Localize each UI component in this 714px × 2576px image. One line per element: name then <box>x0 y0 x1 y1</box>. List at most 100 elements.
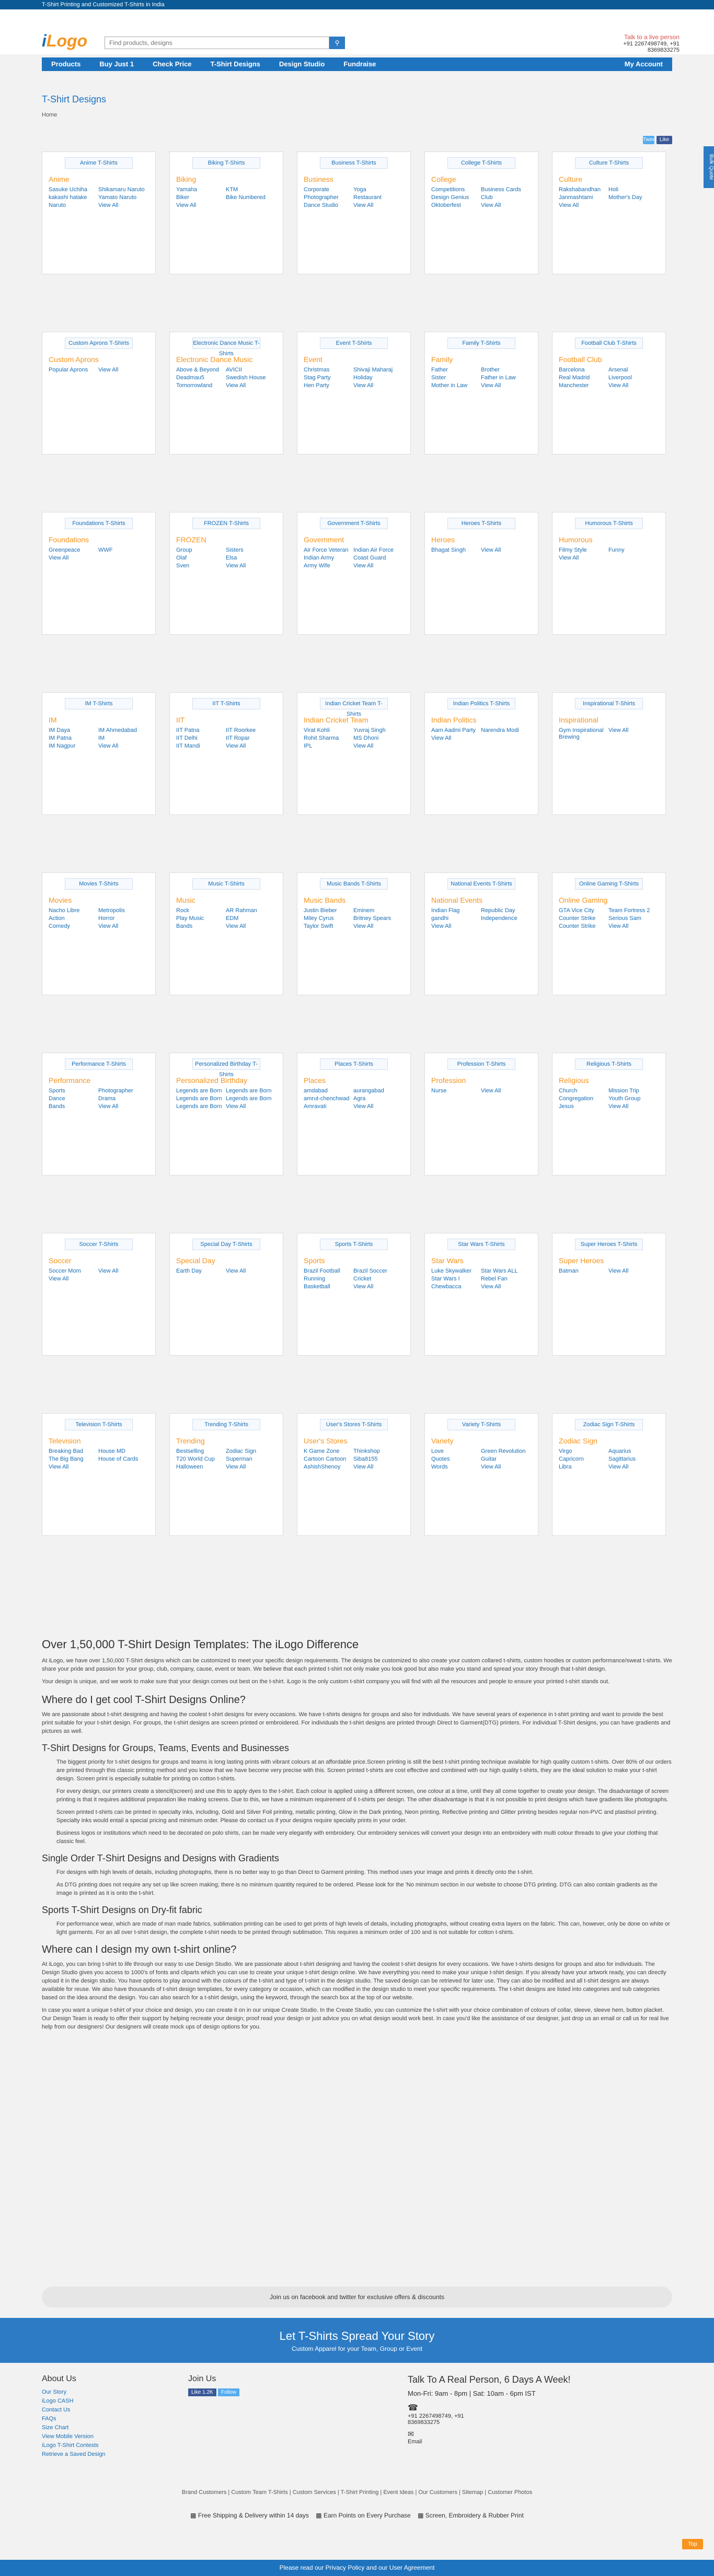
category-name[interactable]: Special Day <box>176 1256 283 1266</box>
footer-link[interactable]: View Mobile Version <box>42 2432 106 2441</box>
category-link[interactable]: Yoga <box>353 187 403 193</box>
category-link[interactable]: AR Rahman <box>226 907 275 914</box>
category-link[interactable]: View All <box>353 382 403 389</box>
category-link[interactable]: Running <box>304 1276 353 1283</box>
category-link[interactable]: Horror <box>98 915 148 922</box>
category-link[interactable]: Taylor Swift <box>304 923 353 930</box>
category-link[interactable]: Popular Aprons <box>49 367 98 374</box>
category-link[interactable]: Church <box>559 1088 608 1094</box>
category-link[interactable]: View All <box>226 563 275 569</box>
category-link[interactable]: View All <box>226 743 275 750</box>
category-link[interactable]: Sisters <box>226 547 275 554</box>
category-header-button[interactable]: User's Stores T-Shirts <box>320 1419 388 1430</box>
footer-link[interactable]: Size Chart <box>42 2423 106 2432</box>
category-link[interactable]: Serious Sam <box>608 915 658 922</box>
category-link[interactable]: EDM <box>226 915 275 922</box>
category-link[interactable]: aurangabad <box>353 1088 403 1094</box>
category-link[interactable]: Miley Cyrus <box>304 915 353 922</box>
category-name[interactable]: IIT <box>176 716 283 725</box>
category-link[interactable]: Action <box>49 915 98 922</box>
category-link[interactable]: Photographer <box>304 194 353 201</box>
category-name[interactable]: Humorous <box>559 535 665 545</box>
category-link[interactable]: View All <box>608 1268 658 1275</box>
bottom-links[interactable]: Brand Customers | Custom Team T-Shirts |… <box>0 2489 714 2496</box>
category-link[interactable]: Elsa <box>226 555 275 562</box>
category-name[interactable]: Music Bands <box>304 896 410 905</box>
nav-tshirt-designs[interactable]: T-Shirt Designs <box>201 57 270 71</box>
category-name[interactable]: FROZEN <box>176 535 283 545</box>
category-link[interactable]: Thinkshop <box>353 1448 403 1455</box>
category-link[interactable]: View All <box>98 923 148 930</box>
category-header-button[interactable]: Biking T-Shirts <box>192 157 260 169</box>
category-link[interactable]: Star Wars ALL <box>481 1268 531 1275</box>
category-link[interactable]: Rohit Sharma <box>304 735 353 742</box>
category-link[interactable]: IIT Mandi <box>176 743 226 750</box>
category-header-button[interactable]: Super Heroes T-Shirts <box>575 1239 643 1250</box>
category-name[interactable]: Foundations <box>49 535 155 545</box>
category-name[interactable]: Electronic Dance Music <box>176 355 283 365</box>
category-link[interactable]: Republic Day <box>481 907 531 914</box>
category-name[interactable]: Performance <box>49 1076 155 1086</box>
category-link[interactable]: Bands <box>49 1103 98 1110</box>
category-link[interactable]: View All <box>431 735 481 742</box>
ilogo-logo[interactable]: iLogo <box>42 31 87 51</box>
category-link[interactable]: GTA Vice City <box>559 907 608 914</box>
category-link[interactable]: Indian Flag <box>431 907 481 914</box>
category-link[interactable]: Father in Law <box>481 375 531 381</box>
category-link[interactable]: Mother's Day <box>608 194 658 201</box>
category-link[interactable]: View All <box>353 743 403 750</box>
footer-link[interactable]: Our Story <box>42 2388 106 2397</box>
category-link[interactable]: Bike Numbered <box>226 194 275 201</box>
category-link[interactable]: IM Nagpur <box>49 743 98 750</box>
category-link[interactable]: Above & Beyond <box>176 367 226 374</box>
category-link[interactable]: Breaking Bad <box>49 1448 98 1455</box>
category-link[interactable]: Agra <box>353 1095 403 1102</box>
category-link[interactable]: Business Cards <box>481 187 531 193</box>
category-link[interactable]: Zodiac Sign <box>226 1448 275 1455</box>
category-link[interactable]: Dance <box>49 1095 98 1102</box>
category-name[interactable]: Biking <box>176 175 283 184</box>
category-link[interactable]: Naruto <box>49 202 98 209</box>
category-name[interactable]: Variety <box>431 1437 538 1446</box>
category-link[interactable]: View All <box>608 1103 658 1110</box>
category-link[interactable]: IIT Patna <box>176 727 226 734</box>
category-link[interactable]: View All <box>98 1103 148 1110</box>
category-name[interactable]: Trending <box>176 1437 283 1446</box>
category-link[interactable]: Drama <box>98 1095 148 1102</box>
category-name[interactable]: Sports <box>304 1256 410 1266</box>
category-link[interactable]: Virgo <box>559 1448 608 1455</box>
category-link[interactable]: Play Music <box>176 915 226 922</box>
category-name[interactable]: Places <box>304 1076 410 1086</box>
category-name[interactable]: Online Gaming <box>559 896 665 905</box>
category-link[interactable]: Brazil Football <box>304 1268 353 1275</box>
nav-products[interactable]: Products <box>42 57 90 71</box>
category-link[interactable]: Brother <box>481 367 531 374</box>
category-link[interactable]: MS Dhoni <box>353 735 403 742</box>
search-input[interactable] <box>105 37 329 49</box>
category-name[interactable]: Television <box>49 1437 155 1446</box>
category-link[interactable]: Rakshabandhan <box>559 187 608 193</box>
category-link[interactable]: View All <box>226 1464 275 1471</box>
category-link[interactable]: House of Cards <box>98 1456 148 1463</box>
category-link[interactable]: Mission Trip <box>608 1088 658 1094</box>
category-link[interactable]: Virat Kohli <box>304 727 353 734</box>
category-link[interactable]: Rebel Fan <box>481 1276 531 1283</box>
category-link[interactable]: WWF <box>98 547 148 554</box>
category-header-button[interactable]: Music T-Shirts <box>192 878 260 890</box>
category-link[interactable]: Indian Air Force <box>353 547 403 554</box>
category-link[interactable]: View All <box>353 1284 403 1290</box>
category-link[interactable]: Love <box>431 1448 481 1455</box>
category-link[interactable]: House MD <box>98 1448 148 1455</box>
category-link[interactable]: View All <box>226 923 275 930</box>
category-link[interactable]: View All <box>98 743 148 750</box>
category-link[interactable]: Indian Army <box>304 555 353 562</box>
category-link[interactable]: Metropolis <box>98 907 148 914</box>
category-name[interactable]: Heroes <box>431 535 538 545</box>
category-link[interactable]: Shivaji Maharaj <box>353 367 403 374</box>
category-name[interactable]: Indian Politics <box>431 716 538 725</box>
category-header-button[interactable]: IIT T-Shirts <box>192 698 260 709</box>
category-link[interactable]: Corporate <box>304 187 353 193</box>
category-link[interactable]: View All <box>431 923 481 930</box>
category-header-button[interactable]: Indian Cricket Team T-Shirts <box>320 698 388 717</box>
category-link[interactable]: Stag Party <box>304 375 353 381</box>
